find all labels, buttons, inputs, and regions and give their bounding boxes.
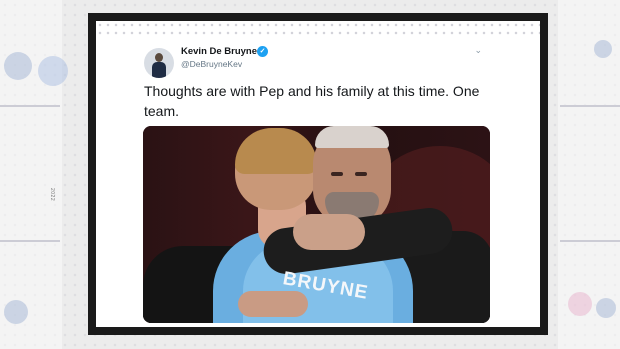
background-line (0, 240, 60, 242)
verified-badge-icon: ✓ (257, 46, 268, 57)
avatar-head (155, 53, 163, 62)
tweet-card[interactable]: Kevin De Bruyne ✓ @DeBruyneKev ⌄ Thought… (96, 21, 540, 327)
background-line (0, 105, 60, 107)
background-circle (568, 292, 592, 316)
card-top-dots (96, 21, 540, 35)
background-line (560, 105, 620, 107)
background-line (560, 240, 620, 242)
photo-hand (238, 291, 308, 317)
tweet-media-photo[interactable]: BRUYNE (143, 126, 490, 323)
chevron-down-icon[interactable]: ⌄ (474, 45, 482, 56)
background-circle (4, 52, 32, 80)
author-handle[interactable]: @DeBruyneKev (181, 59, 242, 69)
avatar[interactable] (144, 48, 174, 78)
photo-hand (293, 214, 365, 250)
background-left-panel (0, 0, 62, 349)
background-circle (4, 300, 28, 324)
tweet-text: Thoughts are with Pep and his family at … (144, 83, 480, 119)
background-circle (596, 298, 616, 318)
photo-eye (355, 172, 367, 176)
side-year-label: 2022 (49, 188, 55, 202)
author-name[interactable]: Kevin De Bruyne (181, 46, 257, 57)
photo-hair-coach (315, 126, 389, 148)
background-circle (594, 40, 612, 58)
avatar-body (152, 62, 166, 78)
tweet-frame: Kevin De Bruyne ✓ @DeBruyneKev ⌄ Thought… (88, 13, 548, 335)
photo-eye (331, 172, 343, 176)
background-circle (38, 56, 68, 86)
